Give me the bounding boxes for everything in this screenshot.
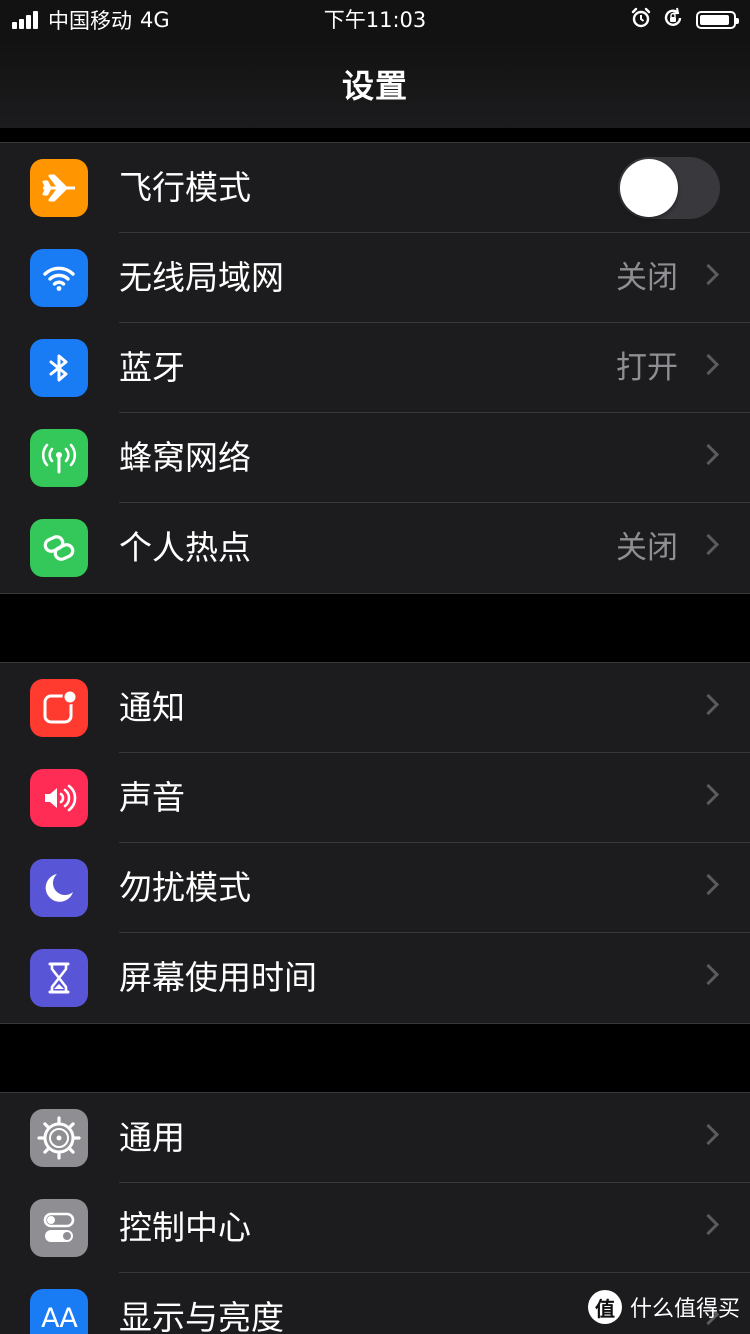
settings-group-connectivity: 飞行模式 无线局域网 关闭 蓝牙 打开 蜂窝网络 个人热点 关闭 xyxy=(0,142,750,594)
watermark-logo: 值 xyxy=(587,1290,622,1324)
hotspot-link-icon xyxy=(30,519,88,577)
settings-row-personal-hotspot[interactable]: 个人热点 关闭 xyxy=(0,503,750,593)
toggle-knob xyxy=(620,159,678,217)
chevron-right-icon xyxy=(697,1123,720,1146)
row-label: 个人热点 xyxy=(119,528,251,567)
airplane-icon xyxy=(30,159,88,217)
row-label: 控制中心 xyxy=(119,1208,251,1247)
row-label: 无线局域网 xyxy=(119,258,284,297)
settings-row-screen-time[interactable]: 屏幕使用时间 xyxy=(0,933,750,1023)
chevron-right-icon xyxy=(697,353,720,376)
watermark-text: 什么值得买 xyxy=(629,1297,740,1322)
settings-row-wifi[interactable]: 无线局域网 关闭 xyxy=(0,233,750,323)
status-right xyxy=(620,0,739,40)
chevron-right-icon xyxy=(697,1213,720,1236)
text-size-glyph: AA xyxy=(41,1302,78,1334)
text-size-icon: AA xyxy=(30,1289,88,1334)
battery-fill xyxy=(700,15,729,25)
settings-row-bluetooth[interactable]: 蓝牙 打开 xyxy=(0,323,750,413)
chevron-right-icon xyxy=(697,963,720,986)
chevron-right-icon xyxy=(697,873,720,896)
speaker-icon xyxy=(30,769,88,827)
row-value: 关闭 xyxy=(616,530,678,566)
chevron-right-icon xyxy=(697,443,720,466)
settings-row-notifications[interactable]: 通知 xyxy=(0,663,750,753)
switches-icon xyxy=(30,1199,88,1257)
chevron-right-icon xyxy=(697,783,720,806)
settings-row-sounds[interactable]: 声音 xyxy=(0,753,750,843)
row-label: 显示与亮度 xyxy=(119,1298,284,1334)
settings-group-notifications: 通知 声音 勿扰模式 屏幕使用时间 xyxy=(0,662,750,1024)
row-label: 蓝牙 xyxy=(119,348,185,387)
watermark: 值 什么值得买 xyxy=(587,1290,740,1324)
page-title: 设置 xyxy=(341,67,408,105)
alarm-icon xyxy=(630,7,652,34)
row-label: 通用 xyxy=(119,1118,185,1157)
airplane-mode-toggle[interactable] xyxy=(618,157,720,219)
row-label: 屏幕使用时间 xyxy=(119,958,317,997)
settings-row-control-center[interactable]: 控制中心 xyxy=(0,1183,750,1273)
moon-icon xyxy=(30,859,88,917)
navigation-bar: 设置 xyxy=(0,40,750,128)
gear-icon xyxy=(30,1109,88,1167)
cellular-antenna-icon xyxy=(30,429,88,487)
settings-row-airplane-mode[interactable]: 飞行模式 xyxy=(0,143,750,233)
row-label: 飞行模式 xyxy=(119,168,251,207)
notification-icon xyxy=(30,679,88,737)
row-label: 通知 xyxy=(119,688,185,727)
row-label: 蜂窝网络 xyxy=(119,438,251,477)
chevron-right-icon xyxy=(697,263,720,286)
battery-icon xyxy=(696,11,739,29)
row-value: 打开 xyxy=(616,350,678,386)
row-label: 声音 xyxy=(119,778,185,817)
chevron-right-icon xyxy=(697,533,720,556)
chevron-right-icon xyxy=(697,693,720,716)
row-value: 关闭 xyxy=(616,260,678,296)
settings-row-general[interactable]: 通用 xyxy=(0,1093,750,1183)
settings-screen: 中国移动 4G 下午11:03 设置 飞行模式 无线局域网 关闭 蓝牙 打开 蜂… xyxy=(0,0,750,1334)
wifi-icon xyxy=(30,249,88,307)
settings-row-do-not-disturb[interactable]: 勿扰模式 xyxy=(0,843,750,933)
settings-row-cellular[interactable]: 蜂窝网络 xyxy=(0,413,750,503)
rotation-lock-icon xyxy=(662,7,684,34)
bluetooth-icon xyxy=(30,339,88,397)
hourglass-icon xyxy=(30,949,88,1007)
row-label: 勿扰模式 xyxy=(119,868,251,907)
status-bar: 中国移动 4G 下午11:03 xyxy=(0,0,750,40)
